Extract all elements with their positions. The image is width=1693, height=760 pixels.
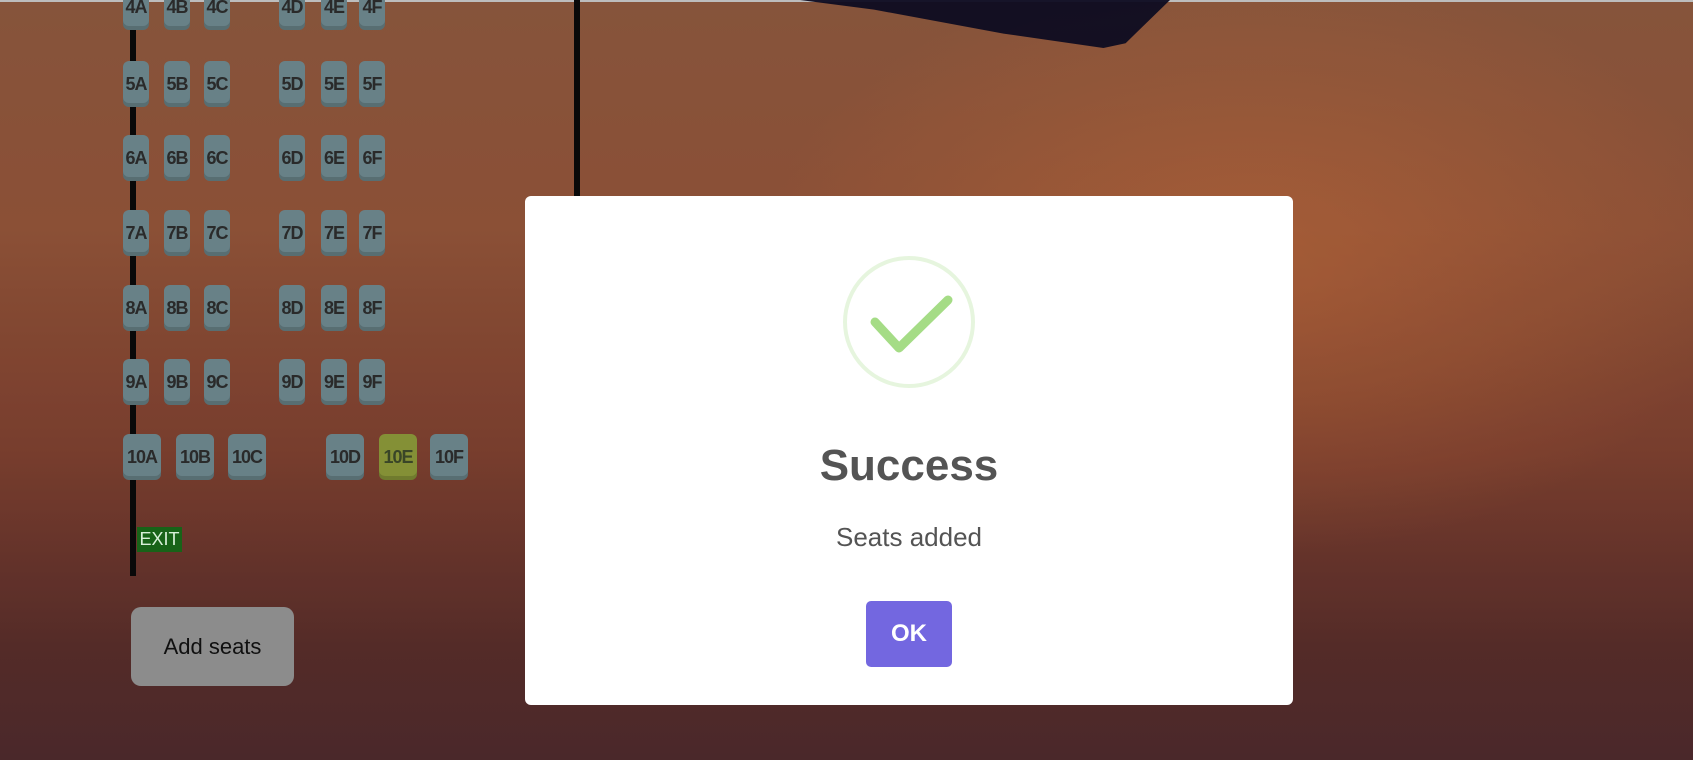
success-icon-ring xyxy=(843,256,975,388)
dialog-title: Success xyxy=(819,441,999,490)
success-dialog: Success Seats added OK xyxy=(525,196,1293,705)
checkmark-icon xyxy=(870,295,953,353)
ok-button[interactable]: OK xyxy=(866,601,952,667)
dialog-message: Seats added xyxy=(835,522,982,552)
